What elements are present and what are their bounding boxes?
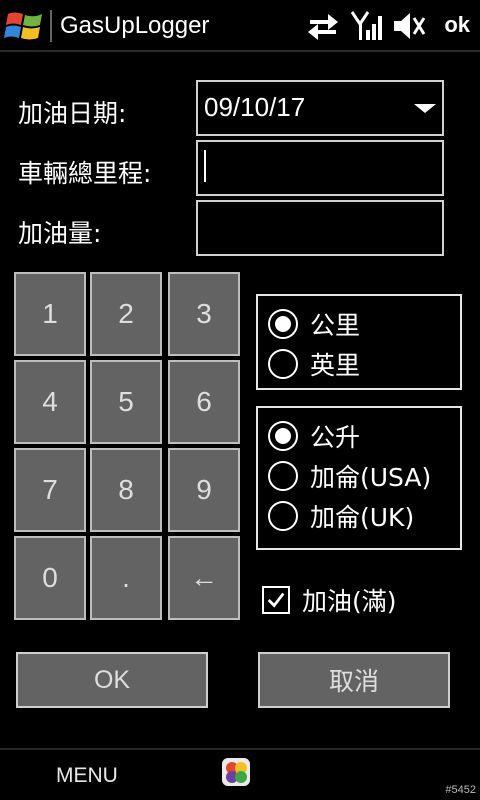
radio-gallons-uk[interactable]: 加侖(UK): [268, 498, 414, 534]
cancel-button[interactable]: 取消: [258, 652, 450, 708]
distance-unit-group: 公里 英里: [256, 294, 462, 390]
key-3[interactable]: 3: [168, 272, 240, 356]
dropdown-arrow-icon: [414, 104, 436, 113]
key-8[interactable]: 8: [90, 448, 162, 532]
key-0[interactable]: 0: [14, 536, 86, 620]
build-number: #5452: [445, 784, 476, 796]
key-4[interactable]: 4: [14, 360, 86, 444]
date-label: 加油日期:: [18, 99, 127, 128]
key-9[interactable]: 9: [168, 448, 240, 532]
amount-input[interactable]: [196, 200, 444, 256]
radio-liters[interactable]: 公升: [268, 418, 360, 454]
ok-button[interactable]: OK: [16, 652, 208, 708]
title-separator: [50, 10, 52, 42]
data-transfer-icon: [308, 14, 338, 40]
full-tank-checkbox-row[interactable]: 加油(滿): [262, 584, 397, 616]
text-cursor: [204, 150, 206, 182]
checkmark-icon: [267, 592, 285, 608]
app-icon[interactable]: [220, 756, 252, 788]
volume-muted-icon: [394, 13, 426, 39]
key-2[interactable]: 2: [90, 272, 162, 356]
key-6[interactable]: 6: [168, 360, 240, 444]
menu-softkey[interactable]: MENU: [56, 764, 118, 788]
key-7[interactable]: 7: [14, 448, 86, 532]
title-bar: GasUpLogger ok: [0, 0, 480, 52]
signal-icon: [350, 11, 382, 40]
ok-softkey[interactable]: ok: [444, 12, 470, 38]
windows-logo-icon[interactable]: [4, 8, 46, 44]
key-decimal[interactable]: .: [90, 536, 162, 620]
radio-label: 英里: [310, 351, 361, 380]
full-tank-checkbox[interactable]: [262, 586, 290, 614]
radio-label: 加侖(USA): [310, 463, 432, 492]
amount-label: 加油量:: [18, 219, 102, 248]
odometer-label: 車輛總里程:: [18, 159, 152, 188]
app-title: GasUpLogger: [60, 12, 210, 39]
radio-gallons-usa[interactable]: 加侖(USA): [268, 458, 431, 494]
radio-label: 公里: [310, 311, 361, 340]
key-1[interactable]: 1: [14, 272, 86, 356]
key-backspace[interactable]: ←: [168, 536, 240, 620]
radio-button[interactable]: [268, 349, 298, 379]
radio-label: 加侖(UK): [310, 503, 415, 532]
radio-button-selected[interactable]: [268, 421, 298, 451]
volume-unit-group: 公升 加侖(USA) 加侖(UK): [256, 406, 462, 550]
key-5[interactable]: 5: [90, 360, 162, 444]
bottom-bar: MENU #5452: [0, 748, 480, 800]
full-tank-label: 加油(滿): [302, 587, 397, 616]
radio-kilometers[interactable]: 公里: [268, 306, 360, 342]
radio-miles[interactable]: 英里: [268, 346, 360, 382]
radio-button[interactable]: [268, 461, 298, 491]
radio-button-selected[interactable]: [268, 309, 298, 339]
radio-button[interactable]: [268, 501, 298, 531]
odometer-input[interactable]: [196, 140, 444, 196]
radio-label: 公升: [310, 423, 361, 452]
date-dropdown[interactable]: 09/10/17: [196, 80, 444, 136]
date-value: 09/10/17: [204, 92, 306, 122]
